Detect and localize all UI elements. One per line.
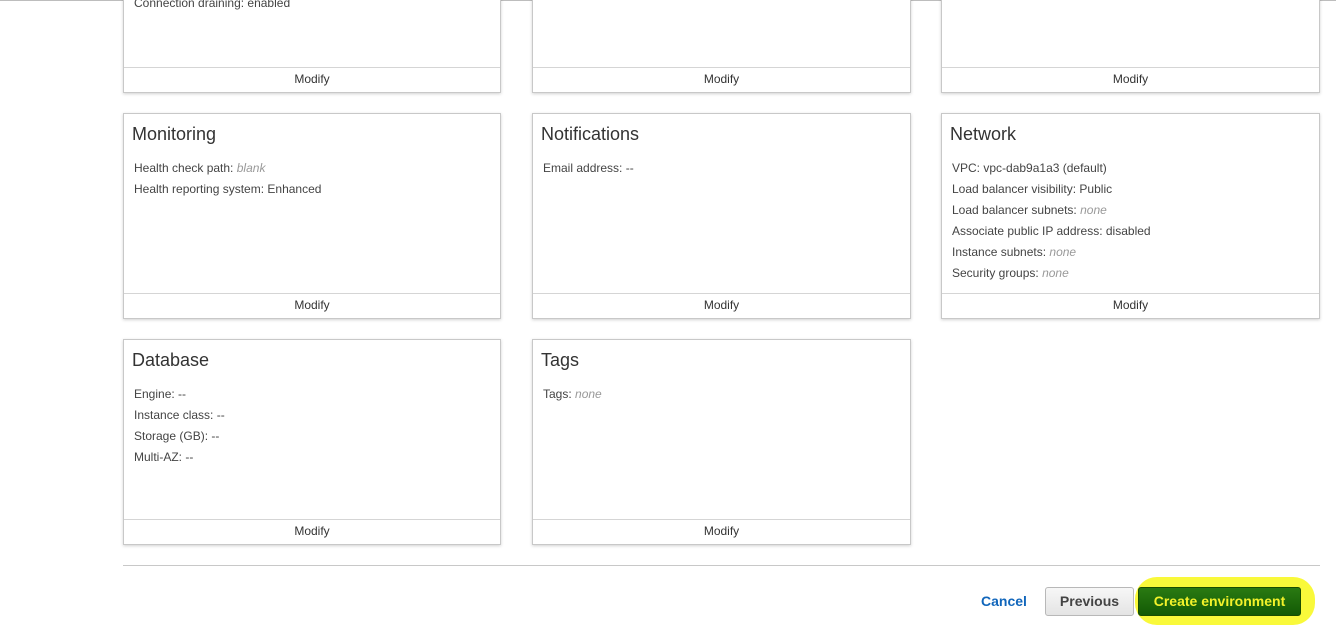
- modify-top-right-button[interactable]: Modify: [942, 67, 1319, 92]
- health-reporting-row: Health reporting system: Enhanced: [134, 182, 322, 196]
- tags-title: Tags: [541, 350, 580, 370]
- modify-network-button[interactable]: Modify: [942, 293, 1319, 318]
- monitoring-title: Monitoring: [132, 124, 217, 144]
- card-tags: Tags Tags: none Modify: [532, 339, 911, 545]
- tags-rows: Tags: none: [543, 384, 602, 405]
- vpc-row: VPC: vpc-dab9a1a3 (default): [952, 161, 1107, 175]
- modify-load-balancer-button[interactable]: Modify: [124, 67, 500, 92]
- database-rows: Engine: -- Instance class: -- Storage (G…: [134, 384, 225, 468]
- health-check-path-row: Health check path: blank: [134, 161, 266, 175]
- card-notifications: Notifications Email address: -- Modify: [532, 113, 911, 319]
- card-top-middle: Modify: [532, 0, 911, 93]
- instance-class-row: Instance class: --: [134, 408, 225, 422]
- card-monitoring: Monitoring Health check path: blank Heal…: [123, 113, 501, 319]
- network-rows: VPC: vpc-dab9a1a3 (default) Load balance…: [952, 158, 1151, 284]
- database-title: Database: [132, 350, 210, 370]
- card-network: Network VPC: vpc-dab9a1a3 (default) Load…: [941, 113, 1320, 319]
- instance-subnets-row: Instance subnets: none: [952, 245, 1077, 259]
- card-top-right: Modify: [941, 0, 1320, 93]
- multi-az-row: Multi-AZ: --: [134, 450, 194, 464]
- modify-monitoring-button[interactable]: Modify: [124, 293, 500, 318]
- lb-visibility-row: Load balancer visibility: Public: [952, 182, 1113, 196]
- notifications-title: Notifications: [541, 124, 640, 144]
- email-address-row: Email address: --: [543, 161, 634, 175]
- modify-database-button[interactable]: Modify: [124, 519, 500, 544]
- footer-divider: [123, 565, 1320, 566]
- previous-button[interactable]: Previous: [1045, 587, 1134, 616]
- cancel-button[interactable]: Cancel: [981, 593, 1027, 609]
- lb-subnets-row: Load balancer subnets: none: [952, 203, 1107, 217]
- monitoring-rows: Health check path: blank Health reportin…: [134, 158, 321, 200]
- modify-tags-button[interactable]: Modify: [533, 519, 910, 544]
- notifications-rows: Email address: --: [543, 158, 634, 179]
- modify-notifications-button[interactable]: Modify: [533, 293, 910, 318]
- modify-top-middle-button[interactable]: Modify: [533, 67, 910, 92]
- security-groups-row: Security groups: none: [952, 266, 1069, 280]
- tags-row: Tags: none: [543, 387, 602, 401]
- connection-draining-text: Connection draining: enabled: [134, 0, 291, 10]
- create-environment-button[interactable]: Create environment: [1138, 587, 1301, 616]
- public-ip-row: Associate public IP address: disabled: [952, 224, 1151, 238]
- storage-row: Storage (GB): --: [134, 429, 220, 443]
- card-database: Database Engine: -- Instance class: -- S…: [123, 339, 501, 545]
- network-title: Network: [950, 124, 1017, 144]
- card-load-balancer: Connection draining: enabled Modify: [123, 0, 501, 93]
- engine-row: Engine: --: [134, 387, 187, 401]
